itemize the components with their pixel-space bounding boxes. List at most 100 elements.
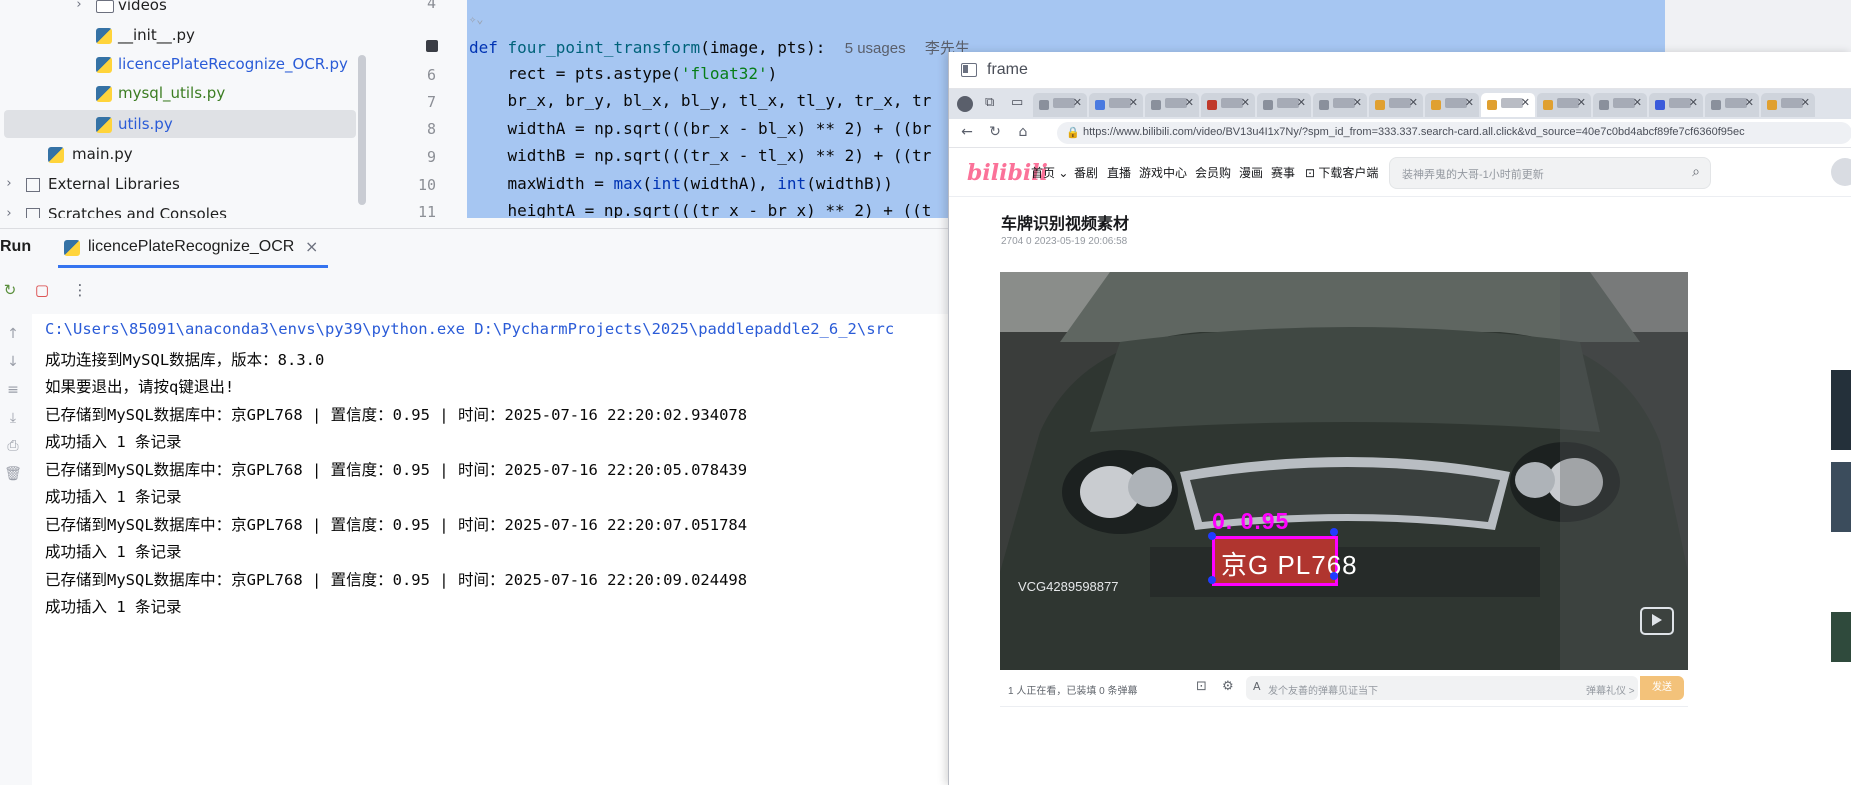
detection-box: 京G PL768 — [1212, 536, 1357, 586]
trash-icon[interactable]: 🗑 — [4, 466, 22, 484]
close-tab-icon[interactable]: ✕ — [1633, 96, 1642, 109]
close-tab-icon[interactable]: ✕ — [1521, 96, 1530, 109]
danmaku-etiquette-link[interactable]: 弹幕礼仪 > — [1586, 682, 1635, 697]
close-tab-icon[interactable]: ✕ — [1129, 96, 1138, 109]
recommendation-thumbnail[interactable] — [1831, 462, 1851, 532]
tree-scrollbar[interactable] — [358, 55, 366, 205]
tab-title — [1445, 98, 1467, 108]
nav-events[interactable]: 赛事 — [1271, 164, 1295, 181]
nav-download-client[interactable]: ⊡ 下载客户端 — [1305, 164, 1378, 181]
nav-manga[interactable]: 漫画 — [1239, 164, 1263, 181]
tree-item-external-libraries[interactable]: › External Libraries — [0, 170, 356, 198]
console-line: 成功插入 1 条记录 — [45, 488, 182, 506]
browser-tab[interactable]: ✕ — [1201, 93, 1255, 117]
tree-item-init[interactable]: __init__.py — [0, 21, 356, 49]
tree-item-ocr[interactable]: licencePlateRecognize_OCR.py — [0, 50, 356, 78]
tree-item-utils[interactable]: utils.py — [4, 110, 356, 138]
search-icon[interactable]: ⌕ — [1692, 164, 1700, 180]
reload-icon[interactable]: ↻ — [987, 124, 1003, 140]
run-tab-ocr[interactable]: licencePlateRecognize_OCR — [88, 238, 294, 256]
python-file-icon — [96, 57, 112, 73]
close-tab-icon[interactable]: ✕ — [1297, 96, 1306, 109]
danmaku-input[interactable]: A 发个友善的弹幕见证当下 弹幕礼仪 > — [1246, 676, 1638, 700]
browser-tab[interactable]: ✕ — [1257, 93, 1311, 117]
tree-item-main[interactable]: main.py — [0, 140, 356, 168]
print-icon[interactable]: ⎙ — [4, 438, 22, 456]
close-tab-icon[interactable]: ✕ — [1689, 96, 1698, 109]
chevron-right-icon[interactable]: › — [2, 200, 16, 218]
close-tab-icon[interactable]: ✕ — [1409, 96, 1418, 109]
nav-home[interactable]: 首页 ⌄ — [1031, 164, 1068, 181]
tree-item-videos[interactable]: › videos — [0, 0, 356, 19]
browser-tab[interactable]: ✕ — [1761, 93, 1815, 117]
browser-tab-active[interactable]: ✕ — [1481, 93, 1535, 117]
tab-favicon-icon — [1599, 100, 1609, 110]
danmaku-settings-icon[interactable]: ⚙ — [1222, 679, 1234, 694]
arrow-up-icon[interactable]: ↑ — [4, 326, 22, 344]
chevron-right-icon[interactable]: › — [2, 170, 16, 198]
close-tab-icon[interactable]: ✕ — [1073, 96, 1082, 109]
tab-favicon-icon — [1711, 100, 1721, 110]
close-tab-icon[interactable]: ✕ — [1801, 96, 1810, 109]
tab-actions-icon[interactable]: ⧉ — [985, 95, 994, 110]
more-options-icon[interactable]: ⋮ — [72, 282, 88, 298]
close-tab-icon[interactable]: ✕ — [1353, 96, 1362, 109]
usages-hint[interactable]: 5 usages — [845, 40, 906, 57]
nav-live[interactable]: 直播 — [1107, 164, 1131, 181]
profile-icon[interactable] — [957, 96, 973, 112]
close-tab-icon[interactable]: ✕ — [1577, 96, 1586, 109]
browser-tab[interactable]: ✕ — [1145, 93, 1199, 117]
tab-title — [1613, 98, 1635, 108]
browser-tab[interactable]: ✕ — [1593, 93, 1647, 117]
home-icon[interactable]: ⌂ — [1015, 124, 1031, 140]
stop-icon[interactable]: ▢ — [34, 282, 50, 298]
browser-tab[interactable]: ✕ — [1705, 93, 1759, 117]
avatar[interactable] — [1831, 158, 1851, 186]
danmaku-toggle-icon[interactable]: ⊡ — [1196, 679, 1207, 694]
url-field[interactable]: 🔒 https://www.bilibili.com/video/BV13u4I… — [1057, 122, 1851, 144]
close-tab-icon[interactable]: ✕ — [1241, 96, 1250, 109]
frame-window[interactable]: frame ⧉ ▭ ✕ ✕ ✕ ✕ ✕ ✕ ✕ ✕ ✕ ✕ ✕ ✕ ✕ ✕ ← … — [948, 52, 1851, 785]
arrow-down-icon[interactable]: ↓ — [4, 354, 22, 372]
tab-title — [1501, 98, 1523, 108]
console-output[interactable]: C:\Users\85091\anaconda3\envs\py39\pytho… — [0, 314, 960, 785]
close-tab-icon[interactable]: ✕ — [1745, 96, 1754, 109]
send-danmaku-button[interactable]: 发送 — [1640, 676, 1684, 700]
recommendation-thumbnail[interactable] — [1831, 612, 1851, 662]
library-icon — [26, 178, 40, 192]
console-line: 已存储到MySQL数据库中：京GPL768 | 置信度：0.95 | 时间：20… — [45, 571, 748, 589]
back-icon[interactable]: ← — [959, 124, 975, 140]
scroll-to-end-icon[interactable]: ⤓ — [4, 410, 22, 428]
browser-tab[interactable]: ✕ — [1537, 93, 1591, 117]
play-icon[interactable] — [1640, 607, 1674, 635]
close-tab-icon[interactable]: ✕ — [1465, 96, 1474, 109]
soft-wrap-icon[interactable]: ≡ — [4, 382, 22, 400]
close-icon[interactable]: × — [305, 237, 318, 256]
font-style-icon[interactable]: A — [1253, 680, 1261, 693]
browser-tab[interactable]: ✕ — [1425, 93, 1479, 117]
browser-tab[interactable]: ✕ — [1313, 93, 1367, 117]
video-title: 车牌识别视频素材 — [1001, 216, 1130, 233]
browser-tab[interactable]: ✕ — [1649, 93, 1703, 117]
frame-titlebar[interactable]: frame — [949, 52, 1851, 89]
code-line-11: heightA = np.sqrt(((tr_x - br_x) ** 2) +… — [469, 201, 932, 218]
recommendation-thumbnail[interactable] — [1831, 370, 1851, 450]
close-tab-icon[interactable]: ✕ — [1185, 96, 1194, 109]
rerun-icon[interactable]: ↻ — [2, 282, 18, 298]
corner-point — [1208, 532, 1216, 540]
browser-tab[interactable]: ✕ — [1089, 93, 1143, 117]
tree-item-scratches[interactable]: › Scratches and Consoles — [0, 200, 356, 218]
tab-list-icon[interactable]: ▭ — [1011, 95, 1023, 110]
bookmark-icon[interactable] — [426, 40, 438, 52]
browser-tab[interactable]: ✕ — [1369, 93, 1423, 117]
browser-tab[interactable]: ✕ — [1033, 93, 1087, 117]
nav-anime[interactable]: 番剧 — [1074, 164, 1098, 181]
nav-game-center[interactable]: 游戏中心 — [1139, 164, 1187, 181]
search-input[interactable]: 装神弄鬼的大哥-1小时前更新 ⌕ — [1389, 157, 1711, 189]
nav-vip-shop[interactable]: 会员购 — [1195, 164, 1231, 181]
tab-favicon-icon — [1767, 100, 1777, 110]
video-player[interactable]: VCG4289598877 0. 0.95 京G PL768 — [1000, 272, 1688, 670]
tree-item-mysql-utils[interactable]: mysql_utils.py — [0, 79, 356, 107]
chevron-right-icon[interactable]: › — [72, 0, 86, 19]
code-line-9: widthB = np.sqrt(((tr_x - tl_x) ** 2) + … — [469, 146, 932, 165]
